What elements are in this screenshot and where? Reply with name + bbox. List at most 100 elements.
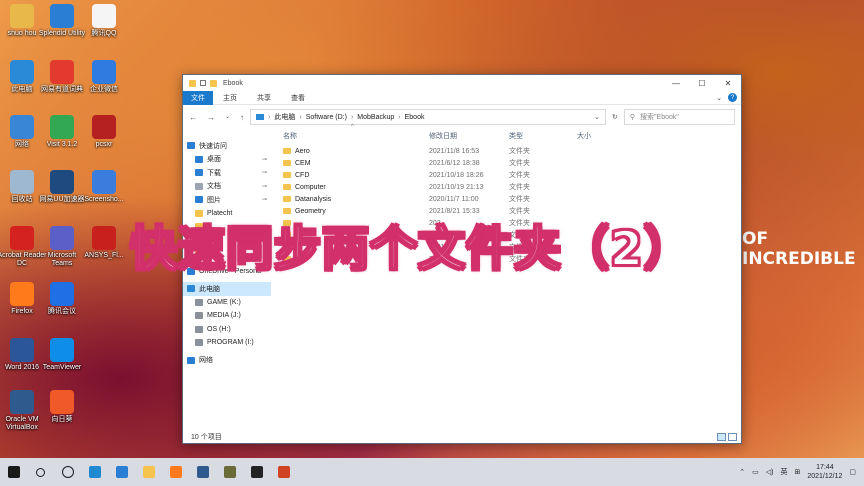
column-date[interactable]: 修改日期 — [429, 131, 457, 141]
column-size[interactable]: 大小 — [577, 131, 591, 141]
powerpoint-icon[interactable] — [270, 458, 297, 486]
folder-icon — [283, 183, 291, 190]
tencent-meeting-icon — [50, 282, 74, 306]
edge-icon[interactable] — [81, 458, 108, 486]
drive-icon — [195, 325, 203, 333]
folder-icon[interactable] — [210, 79, 217, 87]
file-name-cell: CEM — [283, 160, 311, 167]
nav-item[interactable]: PROGRAM (I:) — [183, 336, 271, 350]
large-icons-view-icon[interactable] — [728, 432, 737, 441]
windows-start-icon[interactable] — [0, 458, 27, 486]
chevron-down-icon[interactable]: ⌄ — [716, 94, 722, 102]
file-row[interactable]: CFD 2021/10/18 18:26 文件夹 — [271, 169, 741, 181]
help-icon[interactable]: ? — [728, 93, 737, 102]
refresh-icon[interactable]: ↻ — [612, 113, 618, 121]
file-name: Datanalysis — [295, 195, 332, 203]
file-type: 文件夹 — [509, 148, 530, 155]
nav-item[interactable]: 快速访问 — [183, 139, 271, 153]
firefox-icon[interactable] — [162, 458, 189, 486]
nav-item-label: OS (H:) — [207, 325, 231, 333]
tab-share[interactable]: 共享 — [247, 93, 281, 103]
pin-icon: ⊸ — [261, 170, 267, 177]
nav-item[interactable]: OS (H:) — [183, 323, 271, 337]
store-glyph — [115, 466, 128, 478]
desktop-icon-item[interactable]: 向日葵 — [37, 390, 87, 424]
breadcrumb-item[interactable]: MobBackup — [357, 114, 394, 121]
wallpaper-text: OF INCREDIBLE — [742, 229, 856, 269]
ime-indicator[interactable]: 英 — [780, 467, 787, 477]
file-row[interactable]: Datanalysis 2020/11/7 11:00 文件夹 — [271, 193, 741, 205]
chevron-up-icon[interactable]: ⌃ — [739, 468, 745, 476]
details-view-icon[interactable] — [717, 432, 726, 441]
maximize-button[interactable]: ☐ — [689, 75, 715, 91]
clock[interactable]: 17:44 2021/12/12 — [807, 463, 842, 481]
close-button[interactable]: ✕ — [715, 75, 741, 91]
nav-item[interactable]: 下载 ⊸ — [183, 166, 271, 180]
quick-access-toolbar — [189, 79, 217, 87]
desktop-icon-item[interactable]: 腾讯QQ — [79, 4, 129, 38]
column-type[interactable]: 类型 — [509, 131, 523, 141]
desktop-icon-item[interactable]: Screensho... — [79, 170, 129, 204]
wecom-icon — [92, 60, 116, 84]
virtualbox-glyph — [196, 466, 209, 478]
system-tray: ⌃ ▭ ◁) 英 ⊞ 17:44 2021/12/12 ▢ — [739, 463, 864, 481]
ime-mode-icon[interactable]: ⊞ — [794, 468, 800, 476]
file-explorer-glyph — [142, 466, 155, 478]
task-view-icon[interactable] — [54, 458, 81, 486]
breadcrumb-item[interactable]: 此电脑 — [274, 112, 295, 122]
file-explorer-icon[interactable] — [135, 458, 162, 486]
network-icon[interactable]: ▭ — [752, 468, 759, 476]
nav-item[interactable]: GAME (K:) — [183, 296, 271, 310]
store-icon[interactable] — [108, 458, 135, 486]
breadcrumb-separator: › — [268, 113, 271, 121]
nav-item[interactable]: 桌面 ⊸ — [183, 153, 271, 167]
desktop-icon-label: TeamViewer — [42, 364, 82, 371]
virtualbox-icon[interactable] — [189, 458, 216, 486]
file-date: 2021/11/8 16:53 — [429, 147, 480, 155]
file-name-cell: Datanalysis — [283, 196, 331, 203]
title-bar[interactable]: Ebook — ☐ ✕ — [183, 75, 741, 91]
column-name[interactable]: 名称 — [283, 131, 297, 141]
address-bar[interactable]: › 此电脑 › Software (D:) › MobBackup › Eboo… — [250, 109, 607, 125]
nav-item[interactable]: MEDIA (J:) — [183, 309, 271, 323]
chevron-down-icon[interactable]: ⌄ — [594, 113, 600, 121]
tab-view[interactable]: 查看 — [281, 93, 315, 103]
drive-icon — [195, 298, 203, 306]
nav-item[interactable]: 文档 ⊸ — [183, 180, 271, 194]
up-arrow-icon[interactable]: ↑ — [240, 113, 244, 122]
nav-item[interactable]: 此电脑 — [183, 282, 271, 296]
desktop-icon-item[interactable]: ANSYS_Fl... — [79, 226, 129, 260]
desktop-icon-item[interactable]: 企业微信 — [79, 60, 129, 94]
chevron-down-icon[interactable]: ⌄ — [225, 113, 230, 122]
breadcrumb-item[interactable]: Ebook — [405, 114, 425, 121]
back-arrow-icon[interactable]: ← — [189, 113, 197, 122]
file-name-cell: CFD — [283, 172, 309, 179]
file-row[interactable]: CEM 2021/6/12 18:38 文件夹 — [271, 157, 741, 169]
desktop-icon-item[interactable]: 腾讯会议 — [37, 282, 87, 316]
forward-arrow-icon[interactable]: → — [207, 113, 215, 122]
notification-icon[interactable]: ▢ — [849, 468, 856, 476]
desktop-icon-item[interactable]: TeamViewer — [37, 338, 87, 372]
file-row[interactable]: Computer 2021/10/19 21:13 文件夹 — [271, 181, 741, 193]
terminal-icon[interactable] — [243, 458, 270, 486]
minimize-button[interactable]: — — [663, 75, 689, 91]
checkbox-icon[interactable] — [200, 80, 206, 86]
file-row[interactable]: Aero 2021/11/8 16:53 文件夹 — [271, 145, 741, 157]
app-icon[interactable] — [216, 458, 243, 486]
tab-file[interactable]: 文件 — [183, 90, 213, 105]
search-input[interactable]: ⚲ 搜索"Ebook" — [623, 109, 735, 125]
tab-home[interactable]: 主页 — [213, 93, 247, 103]
volume-icon[interactable]: ◁) — [766, 468, 774, 476]
windows-start-glyph — [7, 466, 20, 478]
word-icon — [10, 338, 34, 362]
pin-icon: ⊸ — [261, 156, 267, 163]
desktop-icon — [195, 155, 203, 163]
nav-item[interactable]: 图片 ⊸ — [183, 193, 271, 207]
desktop-icon-item[interactable]: pcsxr — [79, 115, 129, 149]
desktop-icon-label: 向日葵 — [51, 416, 73, 423]
breadcrumb-item[interactable]: Software (D:) — [306, 114, 347, 121]
desktop-icon-label: pcsxr — [95, 141, 113, 148]
nav-item[interactable]: 网络 — [183, 354, 271, 368]
file-type: 文件夹 — [509, 172, 530, 179]
search-icon[interactable] — [27, 458, 54, 486]
